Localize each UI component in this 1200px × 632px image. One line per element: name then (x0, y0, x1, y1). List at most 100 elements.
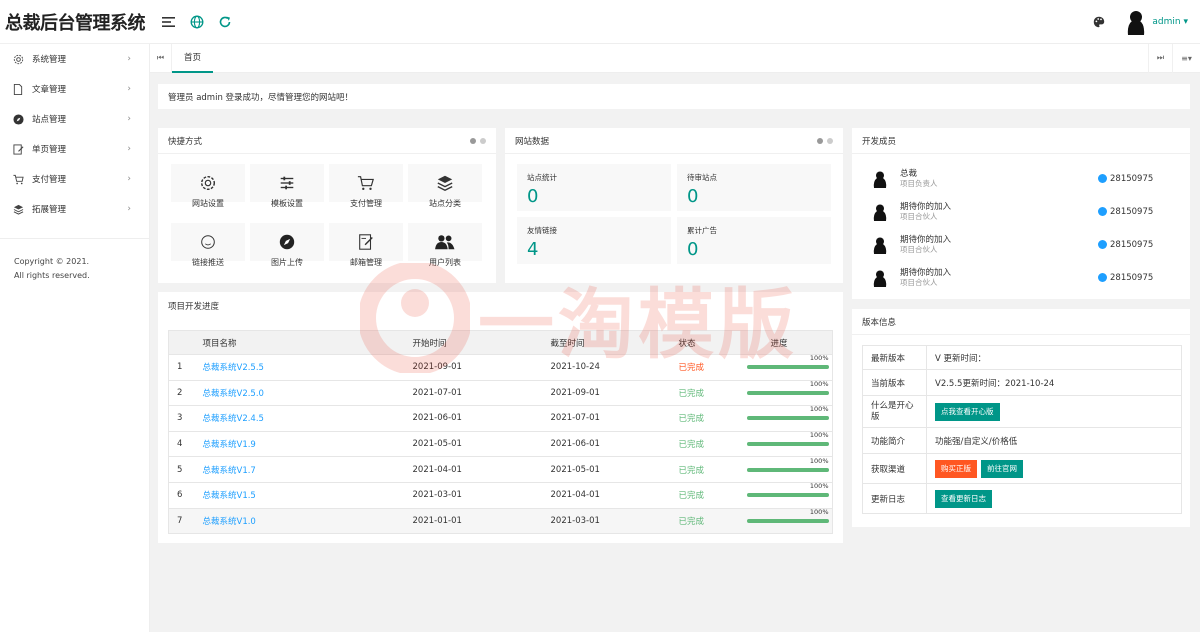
stat-total-ads: 累计广告 0 (677, 217, 831, 264)
buy-button[interactable]: 购买正版 (935, 459, 977, 478)
view-changelog-button[interactable]: 查看更新日志 (935, 489, 992, 508)
chevron-right-icon: › (127, 84, 131, 94)
user-avatar[interactable] (1124, 9, 1148, 35)
carousel-dot[interactable] (817, 138, 823, 144)
sidebar-item-system[interactable]: 系统管理 › (0, 44, 149, 74)
member-qq[interactable]: 28150975 (1098, 240, 1153, 250)
progress-bar: 100% (746, 380, 829, 395)
tab-home[interactable]: 首页 (172, 44, 214, 73)
shortcut-site-category[interactable]: 站点分类 (408, 164, 482, 208)
table-row: 4 总裁系统V1.9 2021-05-01 2021-06-01 已完成 100% (168, 431, 833, 458)
row-number: 7 (168, 508, 195, 535)
chevron-right-icon: › (127, 114, 131, 124)
shortcut-label: 支付管理 (350, 199, 382, 208)
shortcut-label: 模板设置 (271, 199, 303, 208)
avatar (873, 270, 887, 287)
col-progress: 进度 (738, 330, 833, 355)
sliders-icon (278, 173, 296, 193)
member-qq[interactable]: 28150975 (1098, 207, 1153, 217)
progress-fill (746, 365, 829, 370)
sidebar-item-article[interactable]: 文章管理 › (0, 74, 149, 104)
sidebar-item-label: 系统管理 (32, 55, 67, 65)
end-date: 2021-07-01 (542, 405, 671, 432)
shortcut-image-upload[interactable]: 图片上传 (250, 223, 324, 267)
stat-site-count: 站点统计 0 (517, 164, 671, 211)
carousel-dot[interactable] (470, 138, 476, 144)
carousel-dot[interactable] (827, 138, 833, 144)
tab-options-icon[interactable]: ≡▾ (1172, 43, 1200, 73)
status-badge: 已完成 (670, 456, 739, 483)
row-number: 4 (168, 431, 195, 458)
card-title: 开发成员 (852, 128, 1190, 154)
refresh-icon[interactable] (214, 11, 236, 33)
chevron-right-icon: › (127, 54, 131, 64)
globe-icon[interactable] (186, 11, 208, 33)
end-date: 2021-06-01 (542, 431, 671, 458)
tab-scroll-left-icon[interactable]: ⏮ (150, 43, 172, 73)
carousel-dots (470, 138, 486, 144)
shortcut-mail[interactable]: 邮箱管理 (329, 223, 403, 267)
project-link[interactable]: 总裁系统V2.5.5 (203, 363, 264, 373)
progress-bar: 100% (746, 482, 829, 498)
member-qq[interactable]: 28150975 (1098, 174, 1153, 184)
table-row: 7 总裁系统V1.0 2021-01-01 2021-03-01 已完成 100% (168, 508, 833, 535)
progress-bar: 100% (746, 508, 829, 523)
chevron-right-icon: › (127, 204, 131, 214)
logo-text: 总裁后台管理系统 (5, 12, 146, 34)
progress-bar: 100% (746, 405, 829, 421)
official-site-button[interactable]: 前往官网 (981, 459, 1023, 478)
smile-icon (199, 232, 217, 252)
member-item: 期待你的加入 项目合伙人 28150975 (852, 261, 1190, 294)
shortcut-user-list[interactable]: 用户列表 (408, 223, 482, 267)
col-status: 状态 (670, 330, 739, 355)
member-qq[interactable]: 28150975 (1098, 273, 1153, 283)
col-name: 项目名称 (194, 330, 405, 355)
status-badge: 已完成 (670, 508, 739, 535)
table-header-row: 项目名称 开始时间 截至时间 状态 进度 (168, 330, 833, 355)
status-badge: 已完成 (670, 405, 739, 432)
sidebar-item-site[interactable]: 站点管理 › (0, 104, 149, 134)
carousel-dot[interactable] (480, 138, 486, 144)
card-title: 网站数据 (505, 128, 843, 154)
palette-icon[interactable] (1088, 11, 1110, 33)
table-row: 2 总裁系统V2.5.0 2021-07-01 2021-09-01 已完成 100% (168, 380, 833, 407)
shortcut-payment[interactable]: 支付管理 (329, 164, 403, 208)
end-date: 2021-05-01 (542, 456, 671, 483)
shortcut-link-push[interactable]: 链接推送 (171, 223, 245, 267)
chevron-right-icon: › (127, 174, 131, 184)
tab-scroll-right-icon[interactable]: ⏭ (1148, 43, 1172, 73)
status-badge: 已完成 (670, 354, 739, 381)
project-link[interactable]: 总裁系统V2.4.5 (203, 414, 264, 424)
menu-toggle-icon[interactable] (158, 11, 180, 33)
sidebar-item-extension[interactable]: 拓展管理 › (0, 194, 149, 224)
chevron-right-icon: › (127, 144, 131, 154)
project-link[interactable]: 总裁系统V1.0 (203, 517, 256, 527)
sidebar: 系统管理 › 文章管理 › 站点管理 › 单页管理 › 支付管理 › 拓展管理 … (0, 44, 150, 632)
shortcut-site-settings[interactable]: 网站设置 (171, 164, 245, 208)
sidebar-item-page[interactable]: 单页管理 › (0, 134, 149, 164)
user-menu[interactable]: admin ▾ (1152, 17, 1188, 27)
cart-icon (12, 173, 24, 185)
progress-label: 100% (809, 431, 829, 440)
edit-icon (12, 143, 24, 155)
sidebar-item-payment[interactable]: 支付管理 › (0, 164, 149, 194)
carousel-dots (817, 138, 833, 144)
row-number: 3 (168, 405, 195, 432)
project-link[interactable]: 总裁系统V1.5 (203, 491, 256, 501)
start-date: 2021-04-01 (404, 456, 543, 483)
col-end: 截至时间 (542, 330, 671, 355)
shortcut-template-settings[interactable]: 模板设置 (250, 164, 324, 208)
table-row: 获取渠道 购买正版 前往官网 (862, 453, 1182, 484)
project-link[interactable]: 总裁系统V1.7 (203, 466, 256, 476)
end-date: 2021-09-01 (542, 380, 671, 407)
sidebar-item-label: 文章管理 (32, 85, 67, 95)
project-link[interactable]: 总裁系统V1.9 (203, 440, 256, 450)
table-row: 更新日志 查看更新日志 (862, 483, 1182, 514)
start-date: 2021-03-01 (404, 482, 543, 509)
app-logo[interactable]: 总裁后台管理系统 (0, 0, 150, 44)
view-happy-version-button[interactable]: 点我查看开心版 (935, 402, 1000, 421)
project-link[interactable]: 总裁系统V2.5.0 (203, 389, 264, 399)
version-card: 版本信息 最新版本 V 更新时间： 当前版本 V2.5.5更新时间：2021-10-… (852, 309, 1190, 527)
col-start: 开始时间 (404, 330, 543, 355)
progress-label: 100% (809, 405, 829, 414)
